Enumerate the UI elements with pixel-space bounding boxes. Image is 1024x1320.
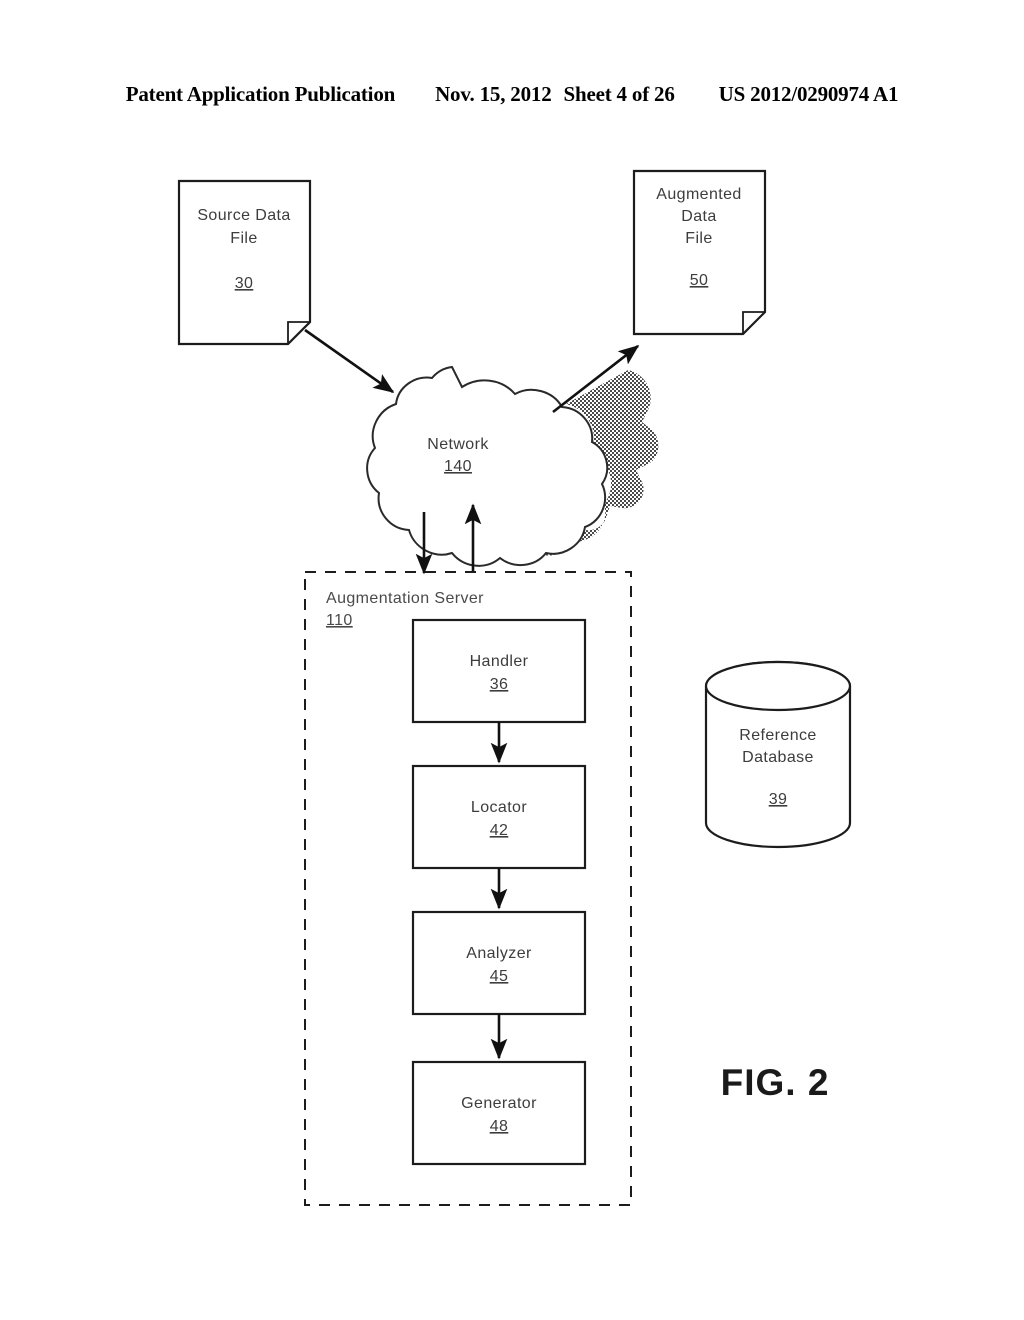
figure-caption: FIG. 2: [721, 1062, 830, 1103]
analyzer-ref: 45: [490, 968, 509, 985]
generator-ref: 48: [490, 1118, 509, 1135]
augmented-data-file-label-line3: File: [685, 230, 712, 247]
source-data-file-label-line2: File: [230, 230, 257, 247]
augmented-data-file-label-line1: Augmented: [656, 186, 741, 203]
network-ref: 140: [444, 458, 472, 475]
node-analyzer: Analyzer 45: [411, 910, 587, 1016]
augmentation-server-label: Augmentation Server: [326, 590, 484, 607]
augmented-data-file-ref: 50: [690, 272, 709, 289]
node-source-data-file: Source Data File 30: [177, 179, 312, 346]
node-handler: Handler 36: [411, 618, 587, 724]
source-data-file-shape: [177, 179, 312, 346]
reference-database-label-line1: Reference: [739, 727, 816, 744]
node-locator: Locator 42: [411, 764, 587, 870]
locator-ref: 42: [490, 822, 509, 839]
handler-box: [411, 618, 587, 724]
augmented-data-file-label-line2: Data: [681, 208, 716, 225]
connector-source-file-to-network: [304, 328, 395, 394]
node-network-cloud: Network 140: [366, 365, 659, 567]
analyzer-box: [411, 910, 587, 1016]
reference-database-top: [704, 660, 852, 712]
generator-box: [411, 1060, 587, 1166]
patent-figure-diagram: Source Data File 30 Augmented Data File …: [177, 169, 852, 1206]
locator-box: [411, 764, 587, 870]
handler-ref: 36: [490, 676, 509, 693]
handler-label: Handler: [470, 653, 529, 670]
reference-database-ref: 39: [769, 791, 788, 808]
generator-label: Generator: [461, 1095, 537, 1112]
locator-label: Locator: [471, 799, 527, 816]
network-label: Network: [427, 436, 489, 453]
node-augmented-data-file: Augmented Data File 50: [632, 169, 767, 336]
source-data-file-label-line1: Source Data: [197, 207, 290, 224]
node-reference-database: Reference Database 39: [704, 660, 852, 849]
node-generator: Generator 48: [411, 1060, 587, 1166]
augmentation-server-ref: 110: [326, 612, 353, 629]
source-data-file-ref: 30: [235, 275, 254, 292]
reference-database-label-line2: Database: [742, 749, 814, 766]
analyzer-label: Analyzer: [466, 945, 532, 962]
